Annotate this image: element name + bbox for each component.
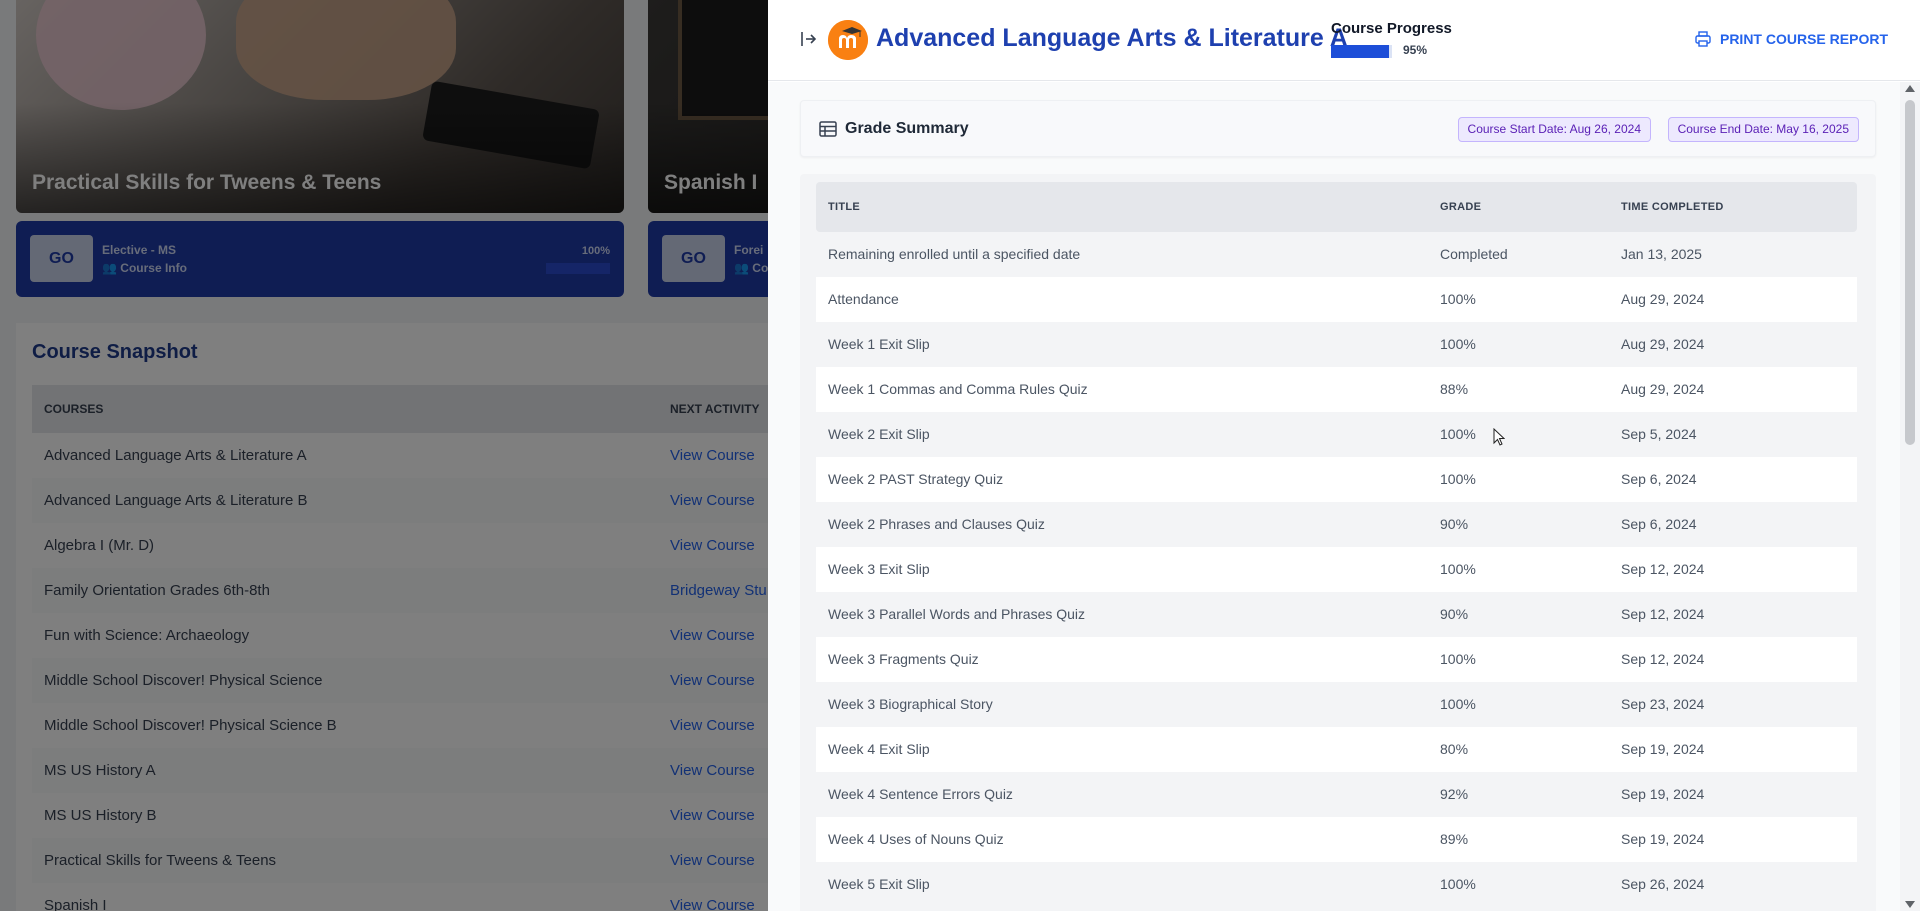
grade-summary-title: Grade Summary: [845, 120, 969, 137]
grade-row: Week 1 Exit Slip 100% Aug 29, 2024: [816, 322, 1857, 367]
course-progress-fill: [1331, 45, 1389, 58]
grade-value: 100%: [1440, 471, 1476, 487]
course-end-date-badge: Course End Date: May 16, 2025: [1667, 117, 1859, 142]
grade-title: Week 3 Parallel Words and Phrases Quiz: [828, 606, 1086, 622]
grade-value: 90%: [1440, 516, 1469, 532]
print-course-report-label: PRINT COURSE REPORT: [1719, 31, 1888, 47]
time-completed: Sep 12, 2024: [1621, 651, 1705, 667]
grade-value: 90%: [1440, 606, 1469, 622]
grade-title: Week 4 Uses of Nouns Quiz: [828, 831, 1004, 847]
time-completed: Sep 12, 2024: [1621, 561, 1705, 577]
scroll-down-arrow-icon[interactable]: [1905, 901, 1915, 908]
grade-row: Week 4 Uses of Nouns Quiz 89% Sep 19, 2024: [816, 817, 1857, 862]
drawer-title: Advanced Language Arts & Literature A: [876, 24, 1348, 52]
grade-row: Week 3 Exit Slip 100% Sep 12, 2024: [816, 547, 1857, 592]
grade-table: TITLE GRADE TIME COMPLETED Remaining enr…: [800, 174, 1876, 911]
grade-row: Week 4 Exit Slip 80% Sep 19, 2024: [816, 727, 1857, 772]
grade-value: 100%: [1440, 876, 1476, 892]
grade-row: Week 2 Phrases and Clauses Quiz 90% Sep 6,…: [816, 502, 1857, 547]
grade-row: Attendance 100% Aug 29, 2024: [816, 277, 1857, 322]
grade-value: 100%: [1440, 291, 1476, 307]
grade-title: Attendance: [828, 291, 899, 307]
drawer-scrollbar[interactable]: [1900, 82, 1920, 911]
time-completed: Aug 29, 2024: [1621, 381, 1705, 397]
grade-title: Week 4 Exit Slip: [828, 741, 930, 757]
grade-row: Week 2 PAST Strategy Quiz 100% Sep 6, 2024: [816, 457, 1857, 502]
time-completed: Jan 13, 2025: [1621, 246, 1702, 262]
time-completed: Aug 29, 2024: [1621, 291, 1705, 307]
grade-title: Week 1 Commas and Comma Rules Quiz: [828, 381, 1088, 397]
grade-value: 80%: [1440, 741, 1469, 757]
grade-title: Week 2 Phrases and Clauses Quiz: [828, 516, 1045, 532]
table-icon: [819, 121, 837, 137]
time-completed: Sep 19, 2024: [1621, 831, 1705, 847]
print-course-report-button[interactable]: PRINT COURSE REPORT: [1694, 30, 1888, 48]
scrollbar-thumb[interactable]: [1905, 100, 1915, 445]
time-completed: Sep 19, 2024: [1621, 786, 1705, 802]
grade-row: Remaining enrolled until a specified dat…: [816, 232, 1857, 277]
course-report-drawer: Advanced Language Arts & Literature A Co…: [768, 0, 1920, 911]
collapse-drawer-icon[interactable]: [800, 30, 818, 48]
scroll-up-arrow-icon[interactable]: [1905, 85, 1915, 92]
course-start-date-badge: Course Start Date: Aug 26, 2024: [1457, 117, 1651, 142]
grade-title: Week 4 Sentence Errors Quiz: [828, 786, 1013, 802]
grade-value: 100%: [1440, 426, 1476, 442]
drawer-body[interactable]: Grade Summary Course Start Date: Aug 26,…: [768, 82, 1900, 911]
grade-row: Week 2 Exit Slip 100% Sep 5, 2024: [816, 412, 1857, 457]
grade-row: Week 3 Fragments Quiz 100% Sep 12, 2024: [816, 637, 1857, 682]
grade-value: 100%: [1440, 336, 1476, 352]
grade-title: Week 3 Biographical Story: [828, 696, 993, 712]
time-completed: Sep 26, 2024: [1621, 876, 1705, 892]
col-grade: GRADE: [1440, 201, 1482, 213]
grade-value: 100%: [1440, 561, 1476, 577]
grade-value: Completed: [1440, 246, 1508, 262]
grade-title: Remaining enrolled until a specified dat…: [828, 246, 1081, 262]
mouse-cursor-icon: [1493, 428, 1505, 446]
time-completed: Aug 29, 2024: [1621, 336, 1705, 352]
grade-title: Week 2 PAST Strategy Quiz: [828, 471, 1004, 487]
grade-value: 100%: [1440, 651, 1476, 667]
time-completed: Sep 19, 2024: [1621, 741, 1705, 757]
grade-row: Week 1 Commas and Comma Rules Quiz 88% Aug…: [816, 367, 1857, 412]
grade-title: Week 3 Fragments Quiz: [828, 651, 979, 667]
grade-title: Week 2 Exit Slip: [828, 426, 930, 442]
time-completed: Sep 5, 2024: [1621, 426, 1697, 442]
drawer-header: Advanced Language Arts & Literature A Co…: [768, 0, 1920, 81]
grade-value: 88%: [1440, 381, 1469, 397]
grade-row: Week 3 Biographical Story 100% Sep 23, 202…: [816, 682, 1857, 727]
course-progress-value: 95%: [1403, 43, 1428, 57]
course-progress-bar: [1331, 45, 1392, 58]
grade-title: Week 5 Exit Slip: [828, 876, 930, 892]
printer-icon: [1695, 31, 1711, 47]
grade-title: Week 3 Exit Slip: [828, 561, 930, 577]
grade-summary-header: Grade Summary Course Start Date: Aug 26,…: [800, 100, 1876, 157]
col-title: TITLE: [828, 201, 861, 213]
grade-table-header: TITLE GRADE TIME COMPLETED: [816, 182, 1857, 232]
grade-value: 92%: [1440, 786, 1469, 802]
grade-row: Week 5 Exit Slip 100% Sep 26, 2024: [816, 862, 1857, 907]
col-time-completed: TIME COMPLETED: [1621, 201, 1724, 213]
moodle-logo-icon: [828, 20, 868, 60]
time-completed: Sep 12, 2024: [1621, 606, 1705, 622]
grade-row: Week 3 Parallel Words and Phrases Quiz 90…: [816, 592, 1857, 637]
grade-value: 100%: [1440, 696, 1476, 712]
time-completed: Sep 6, 2024: [1621, 516, 1697, 532]
grade-row: Week 4 Sentence Errors Quiz 92% Sep 19, 20…: [816, 772, 1857, 817]
course-progress-label: Course Progress: [1331, 20, 1452, 37]
grade-title: Week 1 Exit Slip: [828, 336, 930, 352]
time-completed: Sep 23, 2024: [1621, 696, 1705, 712]
time-completed: Sep 6, 2024: [1621, 471, 1697, 487]
grade-value: 89%: [1440, 831, 1469, 847]
